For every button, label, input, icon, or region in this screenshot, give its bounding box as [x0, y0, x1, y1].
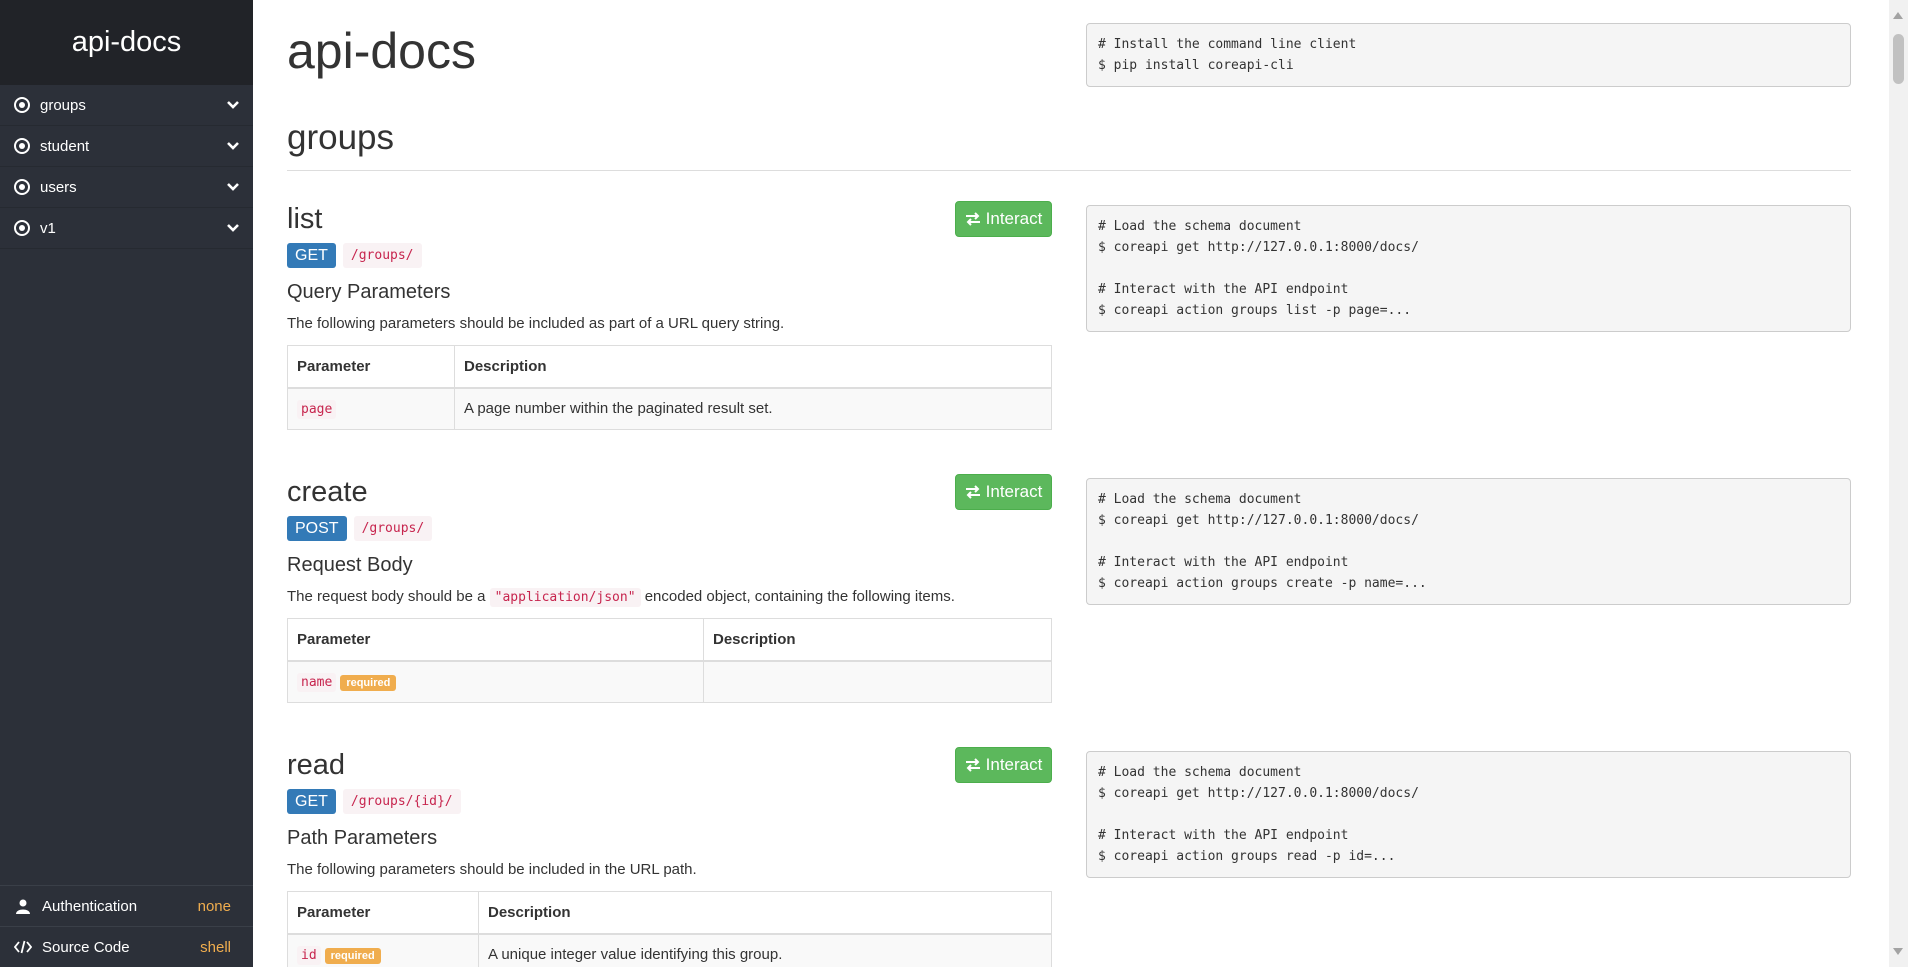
- chevron-down-icon: [225, 138, 241, 154]
- scrollbar-thumb[interactable]: [1893, 34, 1904, 84]
- exchange-icon: [965, 212, 981, 226]
- params-description: The request body should be a "applicatio…: [287, 587, 1052, 607]
- method-row: POST /groups/: [287, 516, 1052, 541]
- column-header: Description: [703, 618, 1052, 662]
- exchange-icon: [965, 758, 981, 772]
- user-icon: [14, 897, 32, 915]
- endpoint-read: read Interact GET /groups/{id}/ Path Par…: [287, 747, 1052, 967]
- chevron-down-icon: [225, 179, 241, 195]
- code-icon: [14, 938, 32, 956]
- source-code-item[interactable]: Source Code shell: [0, 926, 253, 967]
- params-description: The following parameters should be inclu…: [287, 315, 785, 332]
- interact-button[interactable]: Interact: [955, 201, 1052, 237]
- method-badge: POST: [287, 516, 347, 541]
- sidebar-item-student[interactable]: student: [0, 126, 253, 167]
- radio-icon: [14, 97, 30, 113]
- method-row: GET /groups/{id}/: [287, 789, 1052, 814]
- interact-label: Interact: [985, 482, 1043, 501]
- scrollbar[interactable]: [1889, 0, 1908, 967]
- param-cell: id required: [287, 933, 479, 967]
- code-block-create: # Load the schema document $ coreapi get…: [1086, 478, 1851, 605]
- method-badge: GET: [287, 789, 336, 814]
- content-type-code: "application/json": [489, 588, 641, 607]
- sidebar-footer: Authentication none Source Code shell: [0, 885, 253, 967]
- param-name: name: [297, 672, 337, 692]
- sidebar-item-label: groups: [40, 96, 86, 114]
- interact-button[interactable]: Interact: [955, 747, 1052, 783]
- authentication-label: Authentication: [42, 897, 138, 915]
- param-description: A unique integer value identifying this …: [478, 933, 1052, 967]
- endpoint-path: /groups/{id}/: [342, 789, 461, 814]
- interact-label: Interact: [985, 209, 1043, 228]
- sidebar-item-groups[interactable]: groups: [0, 85, 253, 126]
- authentication-value[interactable]: none: [198, 898, 231, 915]
- param-cell: page: [287, 387, 455, 430]
- endpoint-name: read: [287, 749, 346, 781]
- column-header: Parameter: [287, 891, 479, 935]
- param-description: A page number within the paginated resul…: [454, 387, 1052, 430]
- params-table: Parameter Description name required: [287, 618, 1052, 703]
- source-code-label: Source Code: [42, 938, 130, 956]
- required-badge: required: [340, 674, 397, 691]
- radio-icon: [14, 220, 30, 236]
- section-title: groups: [287, 118, 395, 157]
- params-title: Request Body: [287, 554, 413, 576]
- scroll-down-icon[interactable]: [1893, 948, 1903, 955]
- radio-icon: [14, 179, 30, 195]
- install-code-block: # Install the command line client $ pip …: [1086, 23, 1851, 87]
- endpoint-create: create Interact POST /groups/ Request Bo…: [287, 474, 1052, 703]
- interact-button[interactable]: Interact: [955, 474, 1052, 510]
- section-divider: [287, 170, 1851, 171]
- table-row: page A page number within the paginated …: [287, 387, 1052, 430]
- method-row: GET /groups/: [287, 243, 1052, 268]
- endpoint-name: create: [287, 476, 368, 508]
- sidebar-item-v1[interactable]: v1: [0, 208, 253, 249]
- source-code-value[interactable]: shell: [200, 939, 231, 956]
- main-content: api-docs # Install the command line clie…: [253, 0, 1889, 967]
- desc-text: encoded object, containing the following…: [640, 588, 955, 605]
- sidebar-item-label: v1: [40, 219, 56, 237]
- desc-text: The request body should be a: [287, 588, 490, 605]
- endpoint-name: list: [287, 203, 323, 235]
- param-name: id: [297, 945, 321, 965]
- sidebar-brand[interactable]: api-docs: [0, 0, 253, 85]
- param-name: page: [297, 400, 337, 420]
- sidebar-item-users[interactable]: users: [0, 167, 253, 208]
- table-row: name required: [287, 660, 1052, 703]
- code-block-read: # Load the schema document $ coreapi get…: [1086, 751, 1851, 878]
- params-description: The following parameters should be inclu…: [287, 861, 697, 878]
- params-table: Parameter Description page A page number…: [287, 345, 1052, 430]
- authentication-item[interactable]: Authentication none: [0, 885, 253, 926]
- params-title: Query Parameters: [287, 281, 451, 303]
- exchange-icon: [965, 485, 981, 499]
- column-header: Description: [478, 891, 1052, 935]
- params-title: Path Parameters: [287, 827, 438, 849]
- chevron-down-icon: [225, 97, 241, 113]
- endpoint-path: /groups/: [353, 516, 433, 541]
- page-title: api-docs: [287, 23, 476, 79]
- sidebar: api-docs groups student users v1 Authent…: [0, 0, 253, 967]
- method-badge: GET: [287, 243, 336, 268]
- sidebar-item-label: users: [40, 178, 77, 196]
- endpoint-path: /groups/: [342, 243, 422, 268]
- param-cell: name required: [287, 660, 704, 703]
- column-header: Parameter: [287, 618, 704, 662]
- sidebar-item-label: student: [40, 137, 90, 155]
- column-header: Description: [454, 345, 1052, 389]
- radio-icon: [14, 138, 30, 154]
- code-block-list: # Load the schema document $ coreapi get…: [1086, 205, 1851, 332]
- interact-label: Interact: [985, 755, 1043, 774]
- params-table: Parameter Description id required A uniqu…: [287, 891, 1052, 967]
- param-description: [703, 660, 1052, 703]
- column-header: Parameter: [287, 345, 455, 389]
- table-row: id required A unique integer value identi…: [287, 933, 1052, 967]
- chevron-down-icon: [225, 220, 241, 236]
- endpoint-list: list Interact GET /groups/ Query Paramet…: [287, 201, 1052, 430]
- required-badge: required: [324, 947, 381, 964]
- scroll-up-icon[interactable]: [1893, 12, 1903, 19]
